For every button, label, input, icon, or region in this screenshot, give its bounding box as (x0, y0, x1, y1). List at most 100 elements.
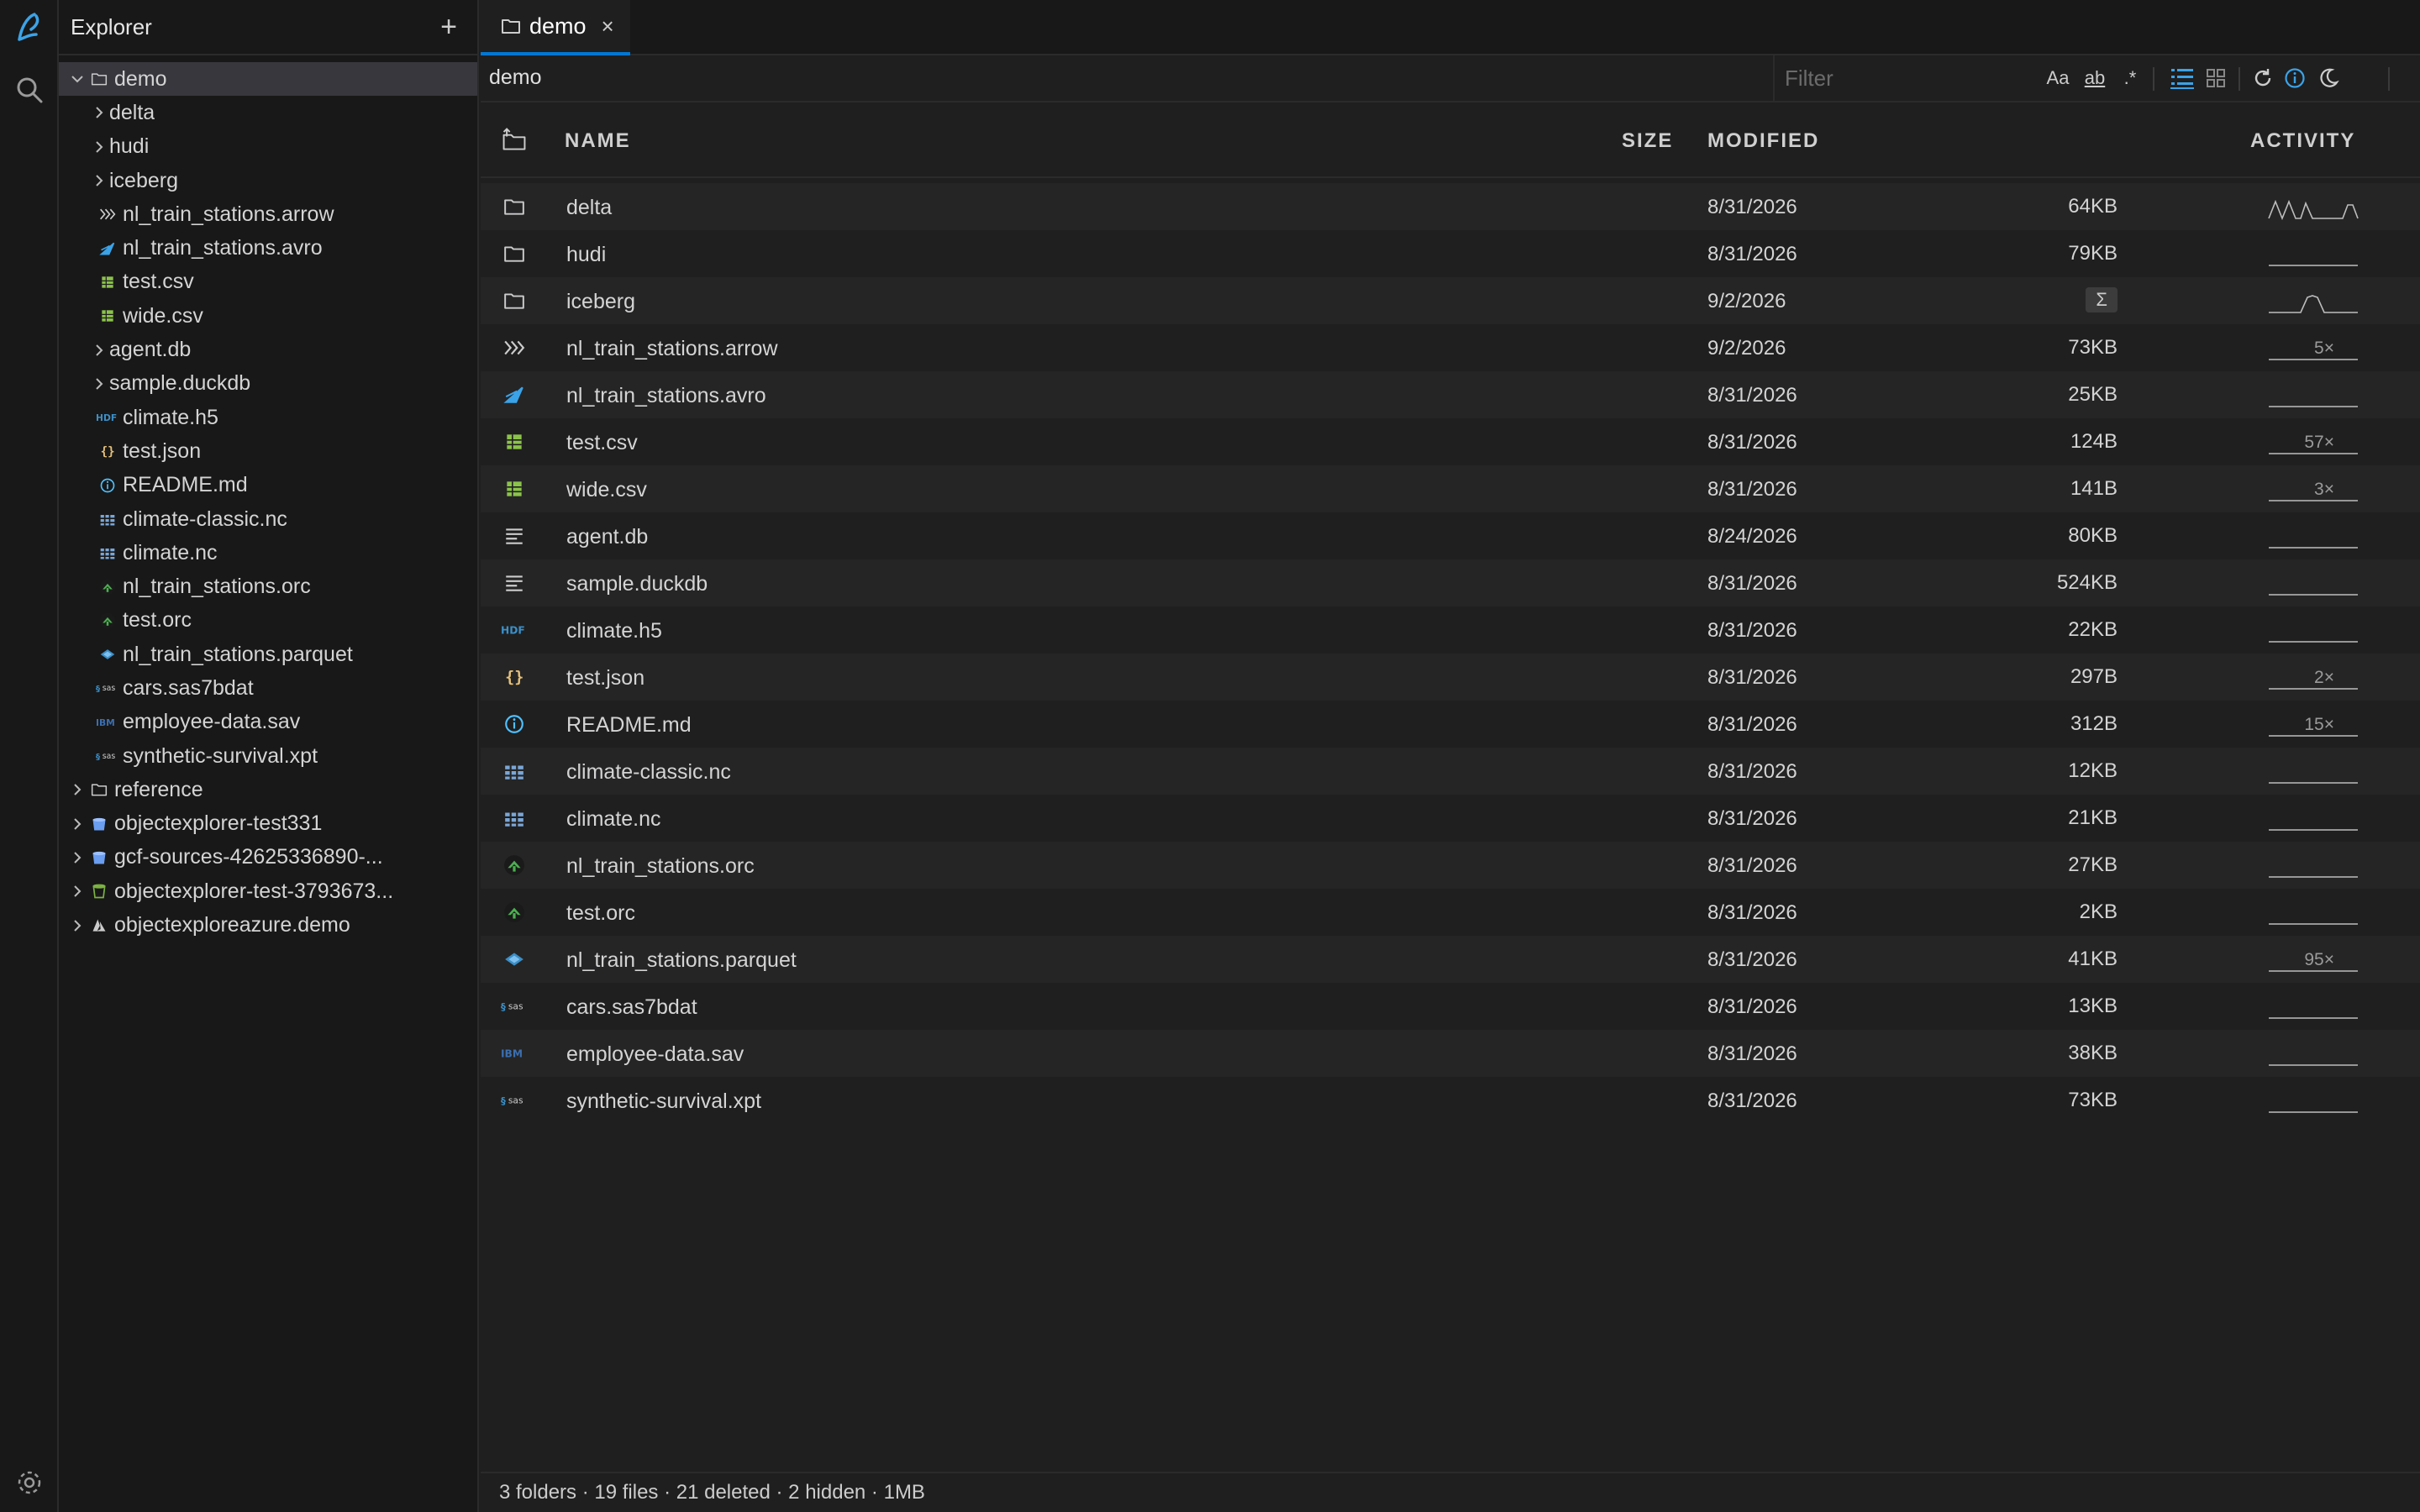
table-row[interactable]: wide.csv 141B 8/31/2026 3× (481, 465, 2420, 512)
tree-item[interactable]: {} test.json (59, 434, 477, 468)
table-row[interactable]: § sas cars.sas7bdat 13KB 8/31/2026 (481, 983, 2420, 1030)
chevron-right-icon[interactable] (89, 139, 109, 155)
table-row[interactable]: delta 64KB 8/31/2026 (481, 183, 2420, 230)
table-row[interactable]: agent.db 80KB 8/24/2026 (481, 512, 2420, 559)
spss-file-icon: IBM (501, 1040, 528, 1067)
tree-item[interactable]: agent.db (59, 333, 477, 366)
search-icon[interactable] (8, 69, 50, 111)
chevron-right-icon[interactable] (89, 105, 109, 120)
tree-item[interactable]: demo (59, 62, 477, 97)
add-connection-button[interactable]: + (432, 10, 466, 44)
table-row[interactable]: README.md 312B 8/31/2026 15× (481, 701, 2420, 748)
tree-item[interactable]: climate-classic.nc (59, 502, 477, 536)
file-size: 21KB (2068, 806, 2118, 829)
svg-text:HDF: HDF (501, 625, 525, 637)
chevron-right-icon[interactable] (89, 173, 109, 188)
orc-file-icon (501, 852, 528, 879)
info-icon[interactable] (2281, 64, 2309, 92)
app-logo-icon[interactable] (8, 7, 50, 49)
table-row[interactable]: IBM employee-data.sav 38KB 8/31/2026 (481, 1030, 2420, 1077)
sidebar-header: Explorer + (59, 0, 477, 55)
tree-item[interactable]: nl_train_stations.avro (59, 231, 477, 265)
table-row[interactable]: § sas synthetic-survival.xpt 73KB 8/31/2026 (481, 1077, 2420, 1124)
table-row[interactable]: climate.nc 21KB 8/31/2026 (481, 795, 2420, 842)
refresh-icon[interactable] (2249, 64, 2277, 92)
tree-item[interactable]: nl_train_stations.arrow (59, 197, 477, 231)
list-view-icon[interactable] (2168, 64, 2196, 92)
file-size: 22KB (2068, 618, 2118, 641)
svg-text:§: § (96, 685, 101, 694)
table-row[interactable]: HDF climate.h5 22KB 8/31/2026 (481, 606, 2420, 654)
table-row[interactable]: sample.duckdb 524KB 8/31/2026 (481, 559, 2420, 606)
table-row[interactable]: nl_train_stations.parquet 41KB 8/31/2026 95… (481, 936, 2420, 983)
breadcrumb[interactable]: demo (489, 66, 542, 90)
table-row[interactable]: nl_train_stations.arrow 73KB 9/2/2026 5× (481, 324, 2420, 371)
file-name: wide.csv (566, 478, 647, 501)
table-row[interactable]: iceberg Σ 9/2/2026 (481, 277, 2420, 324)
column-header-name[interactable]: NAME (565, 129, 631, 153)
tree-item[interactable]: nl_train_stations.orc (59, 570, 477, 603)
tree-item[interactable]: delta (59, 96, 477, 129)
file-name: test.json (566, 666, 645, 690)
path-toolbar: demo Filter Aa ab .* (481, 55, 2420, 102)
file-name: nl_train_stations.avro (566, 384, 766, 407)
chevron-right-icon[interactable] (67, 918, 87, 933)
tree-item[interactable]: nl_train_stations.parquet (59, 638, 477, 671)
tree-item[interactable]: test.csv (59, 265, 477, 299)
regex-button[interactable]: .* (2116, 64, 2144, 92)
table-row[interactable]: nl_train_stations.orc 27KB 8/31/2026 (481, 842, 2420, 889)
database-icon (501, 570, 528, 596)
chevron-right-icon[interactable] (67, 850, 87, 865)
tree-item[interactable]: objectexploreazure.demo (59, 908, 477, 942)
tree-item[interactable]: objectexplorer-test331 (59, 807, 477, 841)
tree-item[interactable]: sample.duckdb (59, 367, 477, 401)
tree-item[interactable]: IBM employee-data.sav (59, 706, 477, 739)
chevron-right-icon[interactable] (89, 343, 109, 358)
tree-item[interactable]: README.md (59, 469, 477, 502)
whole-word-button[interactable]: ab (2081, 64, 2109, 92)
tab-bar: demo × (481, 0, 2420, 55)
table-row[interactable]: test.orc 2KB 8/31/2026 (481, 889, 2420, 936)
chevron-right-icon[interactable] (67, 782, 87, 797)
tree-item[interactable]: hudi (59, 130, 477, 164)
avro-file-icon (501, 381, 528, 408)
tree-item[interactable]: gcf-sources-42625336890-... (59, 841, 477, 874)
table-row[interactable]: climate-classic.nc 12KB 8/31/2026 (481, 748, 2420, 795)
activity-bar (0, 0, 59, 1512)
table-row[interactable]: hudi 79KB 8/31/2026 (481, 230, 2420, 277)
column-header-modified[interactable]: MODIFIED (1707, 129, 1819, 153)
tree-item[interactable]: test.orc (59, 604, 477, 638)
table-row[interactable]: nl_train_stations.avro 25KB 8/31/2026 (481, 371, 2420, 418)
settings-gear-icon[interactable] (8, 1462, 50, 1504)
tree-item[interactable]: climate.nc (59, 536, 477, 570)
tree-item[interactable]: § sas cars.sas7bdat (59, 671, 477, 705)
activity-sparkline (2267, 428, 2360, 457)
filter-input[interactable]: Filter (1773, 55, 2025, 101)
tree-item[interactable]: HDF climate.h5 (59, 401, 477, 434)
tree-item[interactable]: objectexplorer-test-3793673... (59, 874, 477, 908)
file-name: delta (566, 196, 613, 219)
column-header-size[interactable]: SIZE (1622, 129, 1673, 153)
theme-moon-icon[interactable] (2314, 64, 2343, 92)
table-row[interactable]: {} test.json 297B 8/31/2026 2× (481, 654, 2420, 701)
chevron-down-icon[interactable] (67, 71, 87, 87)
tree-item[interactable]: iceberg (59, 164, 477, 197)
info-file-icon (96, 477, 119, 494)
compute-size-button[interactable]: Σ (2086, 287, 2118, 312)
chevron-right-icon[interactable] (89, 376, 109, 391)
chevron-right-icon[interactable] (67, 816, 87, 832)
svg-text:IBM: IBM (501, 1048, 523, 1060)
match-case-button[interactable]: Aa (2044, 64, 2072, 92)
file-name: cars.sas7bdat (566, 995, 697, 1019)
close-icon[interactable]: × (602, 13, 614, 39)
chevron-right-icon[interactable] (67, 884, 87, 899)
tab-demo[interactable]: demo × (481, 0, 630, 55)
tree-item[interactable]: § sas synthetic-survival.xpt (59, 739, 477, 773)
tree-item[interactable]: reference (59, 773, 477, 806)
table-row[interactable]: test.csv 124B 8/31/2026 57× (481, 418, 2420, 465)
column-header-activity[interactable]: ACTIVITY (2250, 129, 2355, 153)
grid-view-icon[interactable] (2202, 64, 2230, 92)
go-up-folder-icon[interactable] (501, 126, 528, 153)
tree-item[interactable]: wide.csv (59, 299, 477, 333)
file-size: 73KB (2068, 336, 2118, 359)
